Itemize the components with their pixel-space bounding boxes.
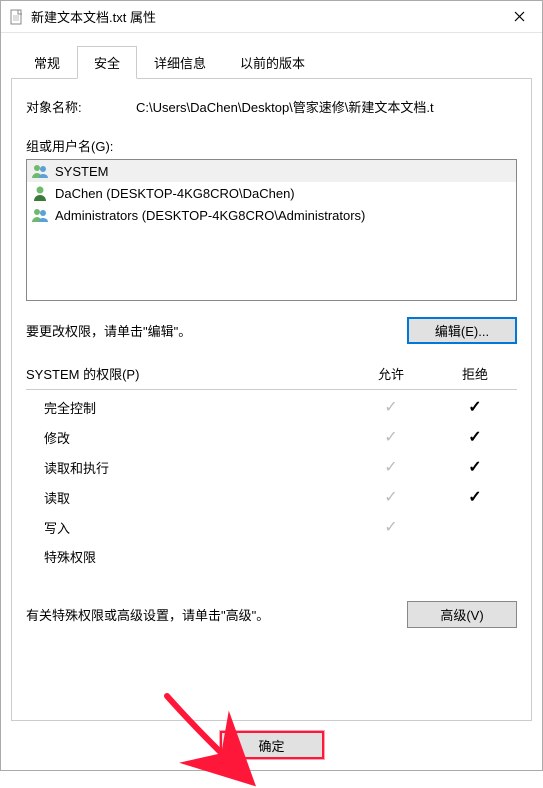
allow-check-icon: ✓	[349, 457, 433, 477]
permission-name: 修改	[44, 428, 349, 447]
security-tab-panel: 对象名称: C:\Users\DaChen\Desktop\管家速修\新建文本文…	[11, 79, 532, 721]
edit-button[interactable]: 编辑(E)...	[407, 317, 517, 344]
group-icon	[31, 162, 49, 180]
list-item[interactable]: Administrators (DESKTOP-4KG8CRO\Administ…	[27, 204, 516, 226]
dialog-footer: 确定	[11, 721, 532, 773]
divider	[26, 389, 517, 390]
allow-check-icon: ✓	[349, 517, 433, 537]
tab-previous-versions[interactable]: 以前的版本	[223, 46, 322, 79]
permission-row: 修改✓✓	[26, 422, 517, 452]
allow-check-icon: ✓	[349, 397, 433, 417]
properties-dialog: 新建文本文档.txt 属性 常规 安全 详细信息 以前的版本 对象名称: C:\…	[0, 0, 543, 771]
permissions-header: SYSTEM 的权限(P) 允许 拒绝	[26, 362, 517, 389]
permission-name: 写入	[44, 518, 349, 537]
advanced-button[interactable]: 高级(V)	[407, 601, 517, 628]
content-area: 常规 安全 详细信息 以前的版本 对象名称: C:\Users\DaChen\D…	[1, 33, 542, 783]
deny-check-icon: ✓	[433, 457, 517, 477]
deny-check-icon: ✓	[433, 427, 517, 447]
close-button[interactable]	[496, 1, 542, 33]
object-name-label: 对象名称:	[26, 97, 136, 116]
list-item[interactable]: DaChen (DESKTOP-4KG8CRO\DaChen)	[27, 182, 516, 204]
permissions-list: 完全控制✓✓修改✓✓读取和执行✓✓读取✓✓写入✓特殊权限	[26, 392, 517, 571]
permission-row: 写入✓	[26, 512, 517, 542]
permission-name: 完全控制	[44, 398, 349, 417]
permission-name: 读取和执行	[44, 458, 349, 477]
permission-name: 特殊权限	[44, 547, 349, 566]
advanced-hint: 有关特殊权限或高级设置，请单击"高级"。	[26, 605, 407, 624]
deny-check-icon: ✓	[433, 397, 517, 417]
object-path: C:\Users\DaChen\Desktop\管家速修\新建文本文档.t	[136, 97, 517, 116]
tab-security[interactable]: 安全	[77, 46, 137, 79]
permissions-title: SYSTEM 的权限(P)	[26, 364, 349, 383]
permission-row: 完全控制✓✓	[26, 392, 517, 422]
tab-general[interactable]: 常规	[17, 46, 77, 79]
deny-check-icon: ✓	[433, 487, 517, 507]
ok-button[interactable]: 确定	[220, 731, 324, 759]
permission-row: 特殊权限	[26, 542, 517, 571]
deny-column-header: 拒绝	[433, 364, 517, 383]
user-icon	[31, 184, 49, 202]
group-or-users-label: 组或用户名(G):	[26, 136, 517, 155]
permission-row: 读取和执行✓✓	[26, 452, 517, 482]
tab-details[interactable]: 详细信息	[137, 46, 223, 79]
allow-column-header: 允许	[349, 364, 433, 383]
user-name: DaChen (DESKTOP-4KG8CRO\DaChen)	[55, 186, 295, 201]
tab-strip: 常规 安全 详细信息 以前的版本	[11, 45, 532, 79]
user-name: SYSTEM	[55, 164, 108, 179]
file-icon	[9, 9, 25, 25]
permission-row: 读取✓✓	[26, 482, 517, 512]
user-name: Administrators (DESKTOP-4KG8CRO\Administ…	[55, 208, 365, 223]
permission-name: 读取	[44, 488, 349, 507]
allow-check-icon: ✓	[349, 487, 433, 507]
titlebar: 新建文本文档.txt 属性	[1, 1, 542, 33]
window-title: 新建文本文档.txt 属性	[31, 7, 496, 26]
users-listbox[interactable]: SYSTEM DaChen (DESKTOP-4KG8CRO\DaChen) A…	[26, 159, 517, 301]
group-icon	[31, 206, 49, 224]
allow-check-icon: ✓	[349, 427, 433, 447]
edit-hint: 要更改权限，请单击"编辑"。	[26, 321, 407, 340]
list-item[interactable]: SYSTEM	[27, 160, 516, 182]
